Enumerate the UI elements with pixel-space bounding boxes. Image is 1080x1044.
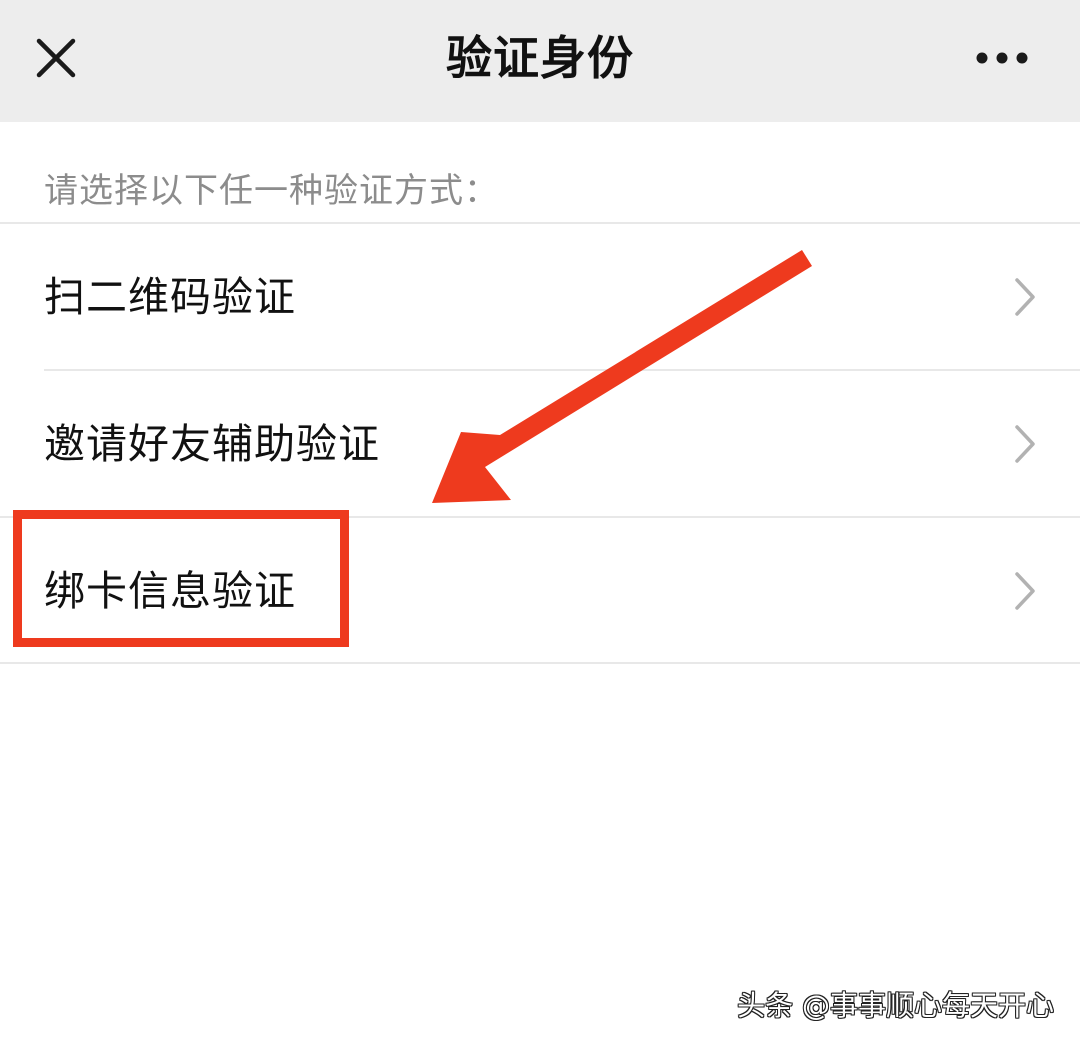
option-label: 邀请好友辅助验证 xyxy=(44,420,380,468)
option-label: 扫二维码验证 xyxy=(44,273,296,321)
close-icon xyxy=(36,38,76,78)
chevron-right-icon xyxy=(1015,572,1035,610)
option-friend-assist[interactable]: 邀请好友辅助验证 xyxy=(0,371,1080,517)
more-horizontal-icon xyxy=(976,52,1028,64)
option-bank-card[interactable]: 绑卡信息验证 xyxy=(0,518,1080,664)
more-button[interactable] xyxy=(960,26,1044,90)
option-label: 绑卡信息验证 xyxy=(44,567,296,615)
close-button[interactable] xyxy=(24,26,88,90)
nav-bar: 验证身份 xyxy=(0,0,1080,122)
page-title: 验证身份 xyxy=(446,31,634,85)
watermark: 头条 @事事顺心每天开心 xyxy=(737,989,1054,1022)
chevron-right-icon xyxy=(1015,278,1035,316)
option-qr-code[interactable]: 扫二维码验证 xyxy=(0,224,1080,370)
page: 验证身份 请选择以下任一种验证方式： 扫二维码验证 邀请好友辅助验证 绑卡信息验… xyxy=(0,0,1080,1044)
chevron-right-icon xyxy=(1015,425,1035,463)
divider xyxy=(0,662,1080,664)
section-hint: 请选择以下任一种验证方式： xyxy=(44,171,499,211)
